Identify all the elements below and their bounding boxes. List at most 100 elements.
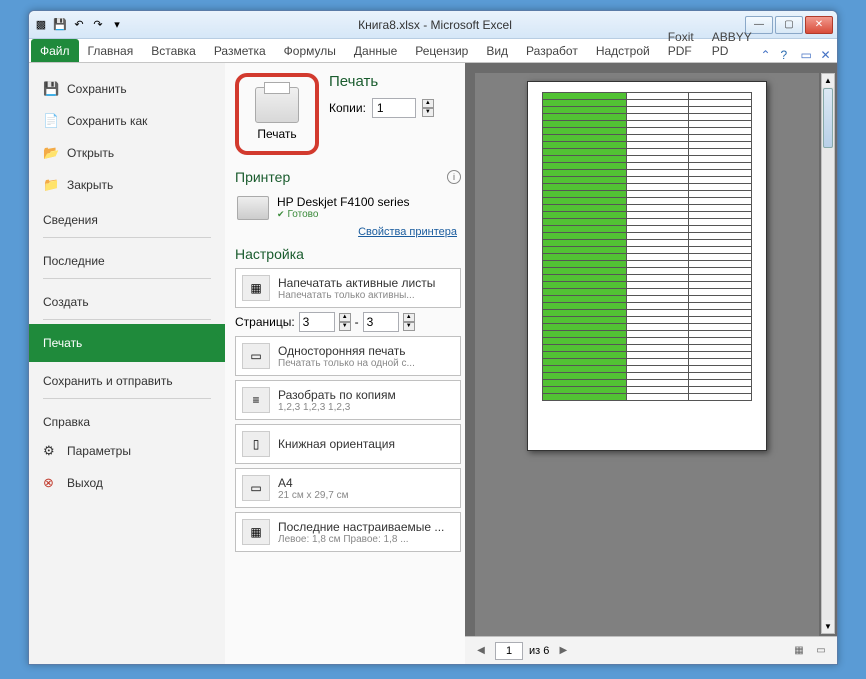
dropdown-title: Односторонняя печать bbox=[278, 344, 454, 358]
tab-review[interactable]: Рецензир bbox=[406, 39, 477, 62]
ribbon-close-icon[interactable]: ✕ bbox=[821, 48, 835, 62]
preview-scrollbar[interactable]: ▲ ▼ bbox=[821, 73, 835, 634]
tab-formulas[interactable]: Формулы bbox=[275, 39, 345, 62]
saveas-icon: 📄 bbox=[43, 113, 59, 129]
ribbon-tabs: Файл Главная Вставка Разметка Формулы Да… bbox=[29, 39, 837, 63]
qat-save-icon[interactable]: 💾 bbox=[52, 17, 68, 33]
duplex-dropdown[interactable]: ▭ Односторонняя печатьПечатать только на… bbox=[235, 336, 461, 376]
print-what-dropdown[interactable]: ▦ Напечатать активные листыНапечатать то… bbox=[235, 268, 461, 308]
sidebar-close[interactable]: 📁 Закрыть bbox=[29, 169, 225, 201]
tab-abbyy[interactable]: ABBYY PD bbox=[703, 25, 761, 62]
qat-redo-icon[interactable]: ↷ bbox=[90, 17, 106, 33]
sidebar-save[interactable]: 💾 Сохранить bbox=[29, 73, 225, 105]
separator bbox=[43, 237, 211, 238]
sidebar-label: Сохранить как bbox=[67, 114, 147, 128]
maximize-button[interactable]: ▢ bbox=[775, 16, 803, 34]
tab-layout[interactable]: Разметка bbox=[205, 39, 275, 62]
sidebar-exit[interactable]: ⊗Выход bbox=[29, 467, 225, 499]
dropdown-sub: Напечатать только активны... bbox=[278, 290, 454, 301]
tab-home[interactable]: Главная bbox=[79, 39, 143, 62]
spin-down-icon[interactable]: ▼ bbox=[403, 322, 415, 331]
printer-selector[interactable]: HP Deskjet F4100 series Готово bbox=[235, 191, 461, 224]
printer-device-icon bbox=[237, 196, 269, 220]
minimize-ribbon-icon[interactable]: ⌃ bbox=[761, 48, 775, 62]
pages-label: Страницы: bbox=[235, 315, 295, 329]
dropdown-sub: Левое: 1,8 см Правое: 1,8 ... bbox=[278, 534, 454, 545]
preview-area bbox=[475, 73, 819, 636]
spin-up-icon[interactable]: ▲ bbox=[339, 313, 351, 322]
sheets-icon: ▦ bbox=[242, 275, 270, 301]
pages-sep: - bbox=[355, 315, 359, 329]
sidebar-print[interactable]: Печать bbox=[29, 324, 225, 362]
preview-page bbox=[527, 81, 767, 451]
spin-up-icon[interactable]: ▲ bbox=[422, 99, 434, 108]
printer-properties-link[interactable]: Свойства принтера bbox=[235, 226, 457, 238]
preview-table bbox=[542, 92, 752, 401]
sidebar-saveas[interactable]: 📄 Сохранить как bbox=[29, 105, 225, 137]
page-from-input[interactable] bbox=[299, 312, 335, 332]
print-settings-column: Печать Печать Копии: ▲▼ Принтер i bbox=[225, 63, 465, 664]
next-page-button[interactable]: ▶ bbox=[555, 643, 571, 659]
tab-file[interactable]: Файл bbox=[31, 39, 79, 62]
prev-page-button[interactable]: ◀ bbox=[473, 643, 489, 659]
sidebar-share[interactable]: Сохранить и отправить bbox=[29, 362, 225, 394]
separator bbox=[43, 319, 211, 320]
show-margins-icon[interactable]: ▦ bbox=[791, 643, 807, 659]
dropdown-title: Последние настраиваемые ... bbox=[278, 520, 454, 534]
help-icon[interactable]: ? bbox=[781, 48, 795, 62]
qat-dropdown-icon[interactable]: ▾ bbox=[109, 17, 125, 33]
save-icon: 💾 bbox=[43, 81, 59, 97]
tab-addins[interactable]: Надстрой bbox=[587, 39, 659, 62]
sidebar-label: Закрыть bbox=[67, 178, 113, 192]
exit-icon: ⊗ bbox=[43, 475, 59, 491]
margins-icon: ▦ bbox=[242, 519, 270, 545]
info-icon[interactable]: i bbox=[447, 170, 461, 184]
spin-down-icon[interactable]: ▼ bbox=[339, 322, 351, 331]
sidebar-open[interactable]: 📂Открыть bbox=[29, 137, 225, 169]
app-window: ▩ 💾 ↶ ↷ ▾ Книга8.xlsx - Microsoft Excel … bbox=[28, 10, 838, 665]
page-to-spinner[interactable]: ▲▼ bbox=[403, 313, 415, 331]
sidebar-options[interactable]: ⚙ Параметры bbox=[29, 435, 225, 467]
tab-view[interactable]: Вид bbox=[477, 39, 517, 62]
page-icon: ▭ bbox=[242, 343, 270, 369]
portrait-icon: ▯ bbox=[242, 431, 270, 457]
page-to-input[interactable] bbox=[363, 312, 399, 332]
orientation-dropdown[interactable]: ▯ Книжная ориентация bbox=[235, 424, 461, 464]
options-icon: ⚙ bbox=[43, 443, 59, 459]
page-from-spinner[interactable]: ▲▼ bbox=[339, 313, 351, 331]
tab-data[interactable]: Данные bbox=[345, 39, 406, 62]
print-heading: Печать bbox=[329, 73, 461, 90]
copies-input[interactable] bbox=[372, 98, 416, 118]
tab-developer[interactable]: Разработ bbox=[517, 39, 587, 62]
backstage-sidebar: 💾 Сохранить 📄 Сохранить как 📂Открыть 📁 Закр… bbox=[29, 63, 225, 664]
scroll-down-icon[interactable]: ▼ bbox=[822, 620, 834, 633]
page-number-input[interactable] bbox=[495, 642, 523, 660]
print-button[interactable]: Печать bbox=[235, 73, 319, 155]
collate-dropdown[interactable]: ≡ Разобрать по копиям1,2,3 1,2,3 1,2,3 bbox=[235, 380, 461, 420]
scroll-thumb[interactable] bbox=[823, 88, 833, 148]
sidebar-info[interactable]: Сведения bbox=[29, 201, 225, 233]
sidebar-recent[interactable]: Последние bbox=[29, 242, 225, 274]
spin-up-icon[interactable]: ▲ bbox=[403, 313, 415, 322]
scroll-up-icon[interactable]: ▲ bbox=[822, 74, 834, 87]
print-top-row: Печать Печать Копии: ▲▼ bbox=[235, 73, 461, 155]
print-options: Печать Копии: ▲▼ bbox=[329, 73, 461, 155]
paper-dropdown[interactable]: ▭ A421 см x 29,7 см bbox=[235, 468, 461, 508]
print-button-label: Печать bbox=[257, 127, 296, 141]
close-doc-icon: 📁 bbox=[43, 177, 59, 193]
tab-foxit[interactable]: Foxit PDF bbox=[659, 25, 703, 62]
sidebar-label: Сохранить bbox=[67, 82, 127, 96]
close-button[interactable]: ✕ bbox=[805, 16, 833, 34]
ribbon-right-icons: ⌃ ? ▭ ✕ bbox=[761, 48, 843, 62]
qat-undo-icon[interactable]: ↶ bbox=[71, 17, 87, 33]
tab-insert[interactable]: Вставка bbox=[142, 39, 205, 62]
sidebar-help[interactable]: Справка bbox=[29, 403, 225, 435]
margins-dropdown[interactable]: ▦ Последние настраиваемые ...Левое: 1,8 … bbox=[235, 512, 461, 552]
section-label: Принтер bbox=[235, 169, 290, 185]
zoom-page-icon[interactable]: ▭ bbox=[813, 643, 829, 659]
sidebar-new[interactable]: Создать bbox=[29, 283, 225, 315]
ribbon-min-icon[interactable]: ▭ bbox=[801, 48, 815, 62]
copies-spinner[interactable]: ▲▼ bbox=[422, 99, 434, 117]
sidebar-label: Параметры bbox=[67, 444, 131, 458]
spin-down-icon[interactable]: ▼ bbox=[422, 108, 434, 117]
